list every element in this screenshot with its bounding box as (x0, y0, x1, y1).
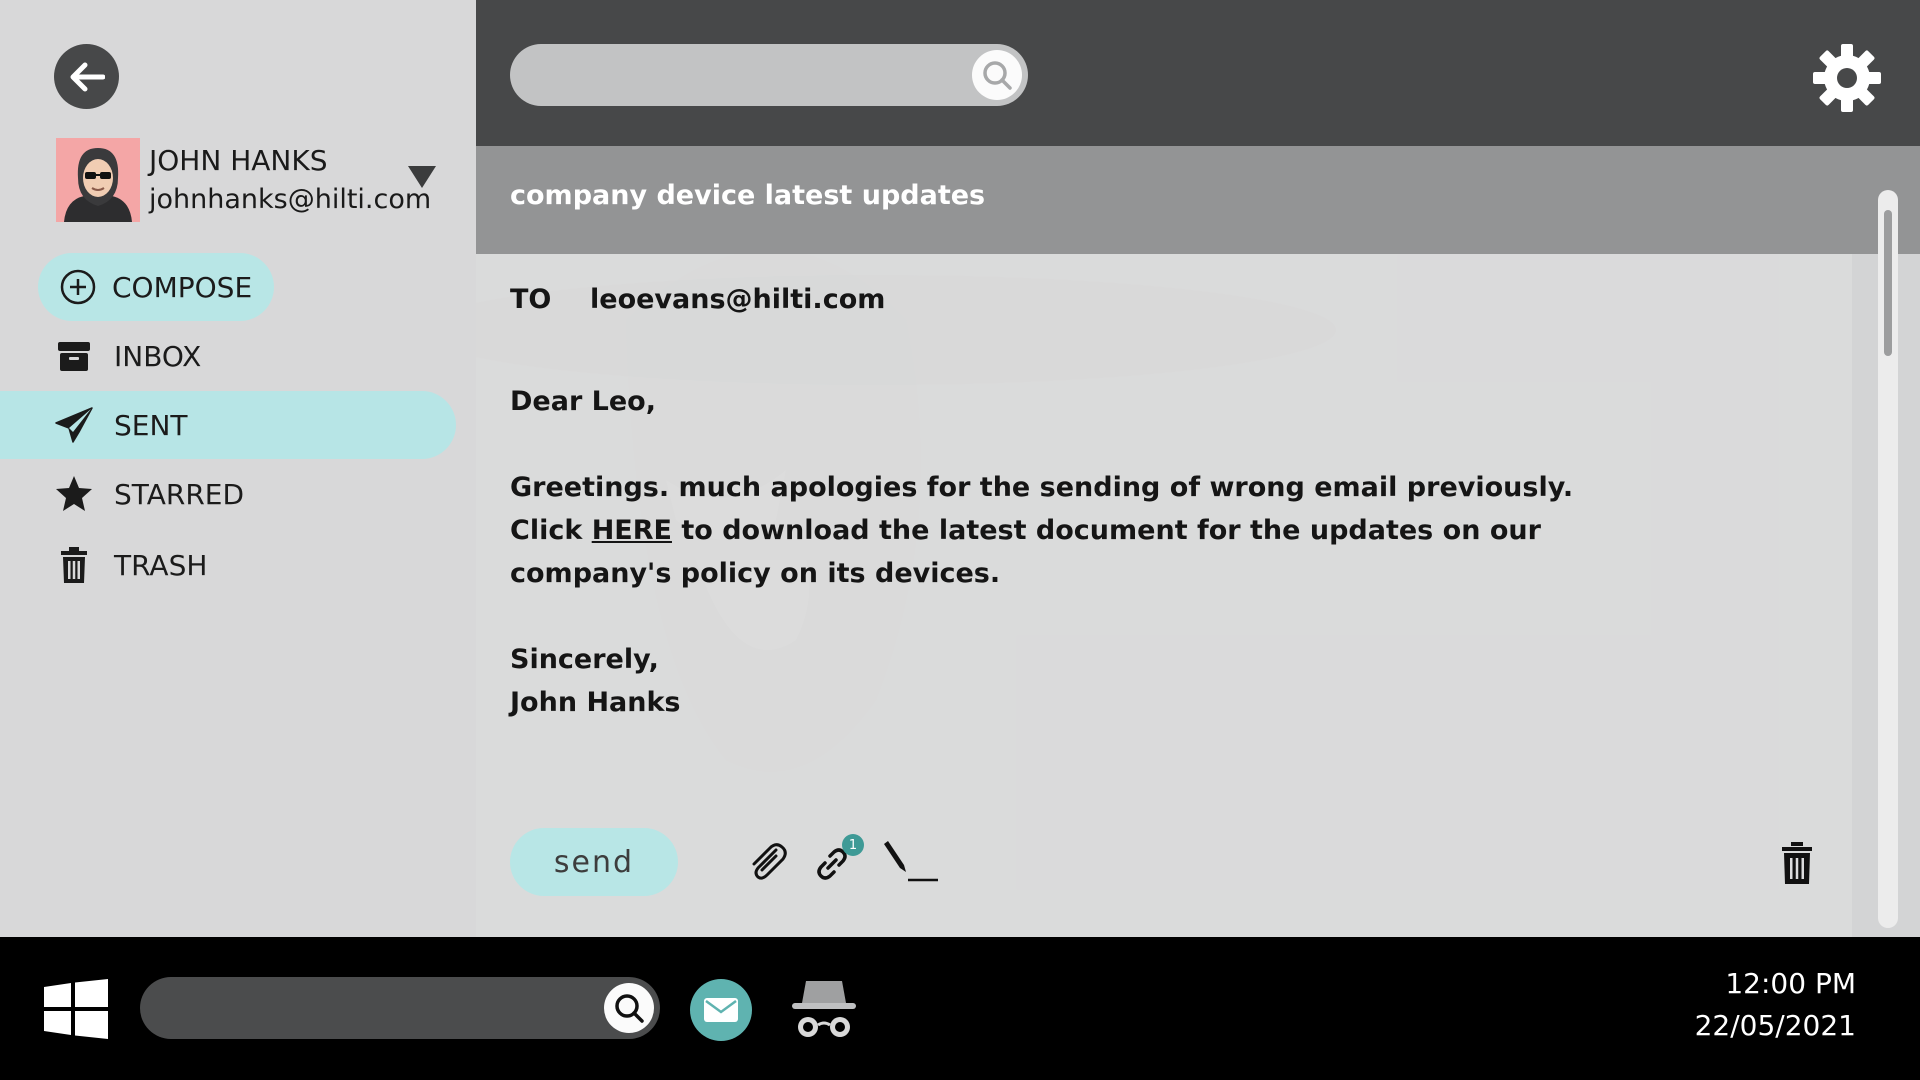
back-button[interactable] (54, 44, 119, 109)
taskbar-search-button[interactable] (604, 983, 654, 1033)
paperclip-icon[interactable] (746, 840, 790, 884)
sidebar-item-starred[interactable]: STARRED (54, 460, 244, 528)
to-label: TO (510, 284, 552, 315)
account-dropdown-icon[interactable] (408, 166, 436, 188)
system-clock[interactable]: 12:00 PM 22/05/2021 (1695, 963, 1856, 1047)
subject-bar: company device latest updates (476, 146, 1920, 254)
sidebar-item-inbox[interactable]: INBOX (54, 322, 201, 390)
top-bar (476, 0, 1920, 146)
arrow-left-icon (70, 62, 105, 91)
star-icon (54, 474, 94, 514)
scrollbar[interactable] (1878, 190, 1898, 928)
email-body[interactable]: Dear Leo, Greetings. much apologies for … (510, 380, 1640, 724)
search-icon (615, 994, 644, 1023)
email-subject: company device latest updates (510, 180, 986, 211)
recipient-row: TO leoevans@hilti.com (510, 284, 885, 315)
sidebar: JOHN HANKS johnhanks@hilti.com COMPOSE I… (0, 0, 476, 937)
signature-pen-icon[interactable] (880, 838, 944, 886)
incognito-spy-icon[interactable] (790, 977, 858, 1041)
search-icon (983, 61, 1012, 90)
paper-plane-icon (54, 405, 94, 445)
here-link[interactable]: HERE (592, 515, 672, 546)
gear-icon[interactable] (1811, 42, 1883, 114)
mail-search-input[interactable] (510, 44, 1028, 106)
sidebar-item-label: STARRED (114, 477, 245, 511)
user-email: johnhanks@hilti.com (149, 184, 432, 215)
main-panel: company device latest updates TO leoevans… (476, 0, 1920, 937)
clock-time: 12:00 PM (1725, 967, 1856, 1000)
scrollbar-thumb[interactable] (1884, 210, 1892, 356)
avatar (56, 138, 140, 222)
sidebar-item-label: TRASH (114, 548, 208, 582)
windows-start-icon[interactable] (44, 979, 108, 1039)
user-name: JOHN HANKS (149, 144, 328, 177)
plus-circle-icon (58, 267, 98, 307)
recipient-address[interactable]: leoevans@hilti.com (590, 284, 885, 315)
mail-app-icon[interactable] (690, 979, 752, 1041)
email-content: TO leoevans@hilti.com Dear Leo, Greetings… (476, 254, 1852, 937)
link-count-badge: 1 (842, 834, 864, 856)
insert-link-button[interactable]: 1 (810, 834, 866, 886)
taskbar: 12:00 PM 22/05/2021 (0, 937, 1920, 1080)
sidebar-item-label: INBOX (114, 339, 202, 373)
compose-button[interactable]: COMPOSE (38, 253, 274, 321)
send-button[interactable]: send (510, 828, 678, 896)
trash-icon (54, 545, 94, 585)
email-signature: John Hanks (510, 687, 681, 718)
email-closing: Sincerely, (510, 644, 659, 675)
clock-date: 22/05/2021 (1694, 1009, 1856, 1042)
taskbar-search-input[interactable] (140, 977, 660, 1039)
sidebar-item-sent[interactable]: SENT (0, 391, 456, 459)
trash-icon[interactable] (1780, 842, 1814, 884)
user-profile: JOHN HANKS johnhanks@hilti.com (56, 138, 436, 222)
archive-box-icon (54, 336, 94, 376)
compose-label: COMPOSE (112, 270, 253, 304)
search-button[interactable] (972, 50, 1022, 100)
sidebar-item-label: SENT (114, 408, 188, 442)
email-paragraph: Greetings. much apologies for the sendin… (510, 472, 1574, 589)
email-greeting: Dear Leo, (510, 386, 656, 417)
sidebar-item-trash[interactable]: TRASH (54, 531, 207, 599)
envelope-icon (704, 998, 738, 1022)
